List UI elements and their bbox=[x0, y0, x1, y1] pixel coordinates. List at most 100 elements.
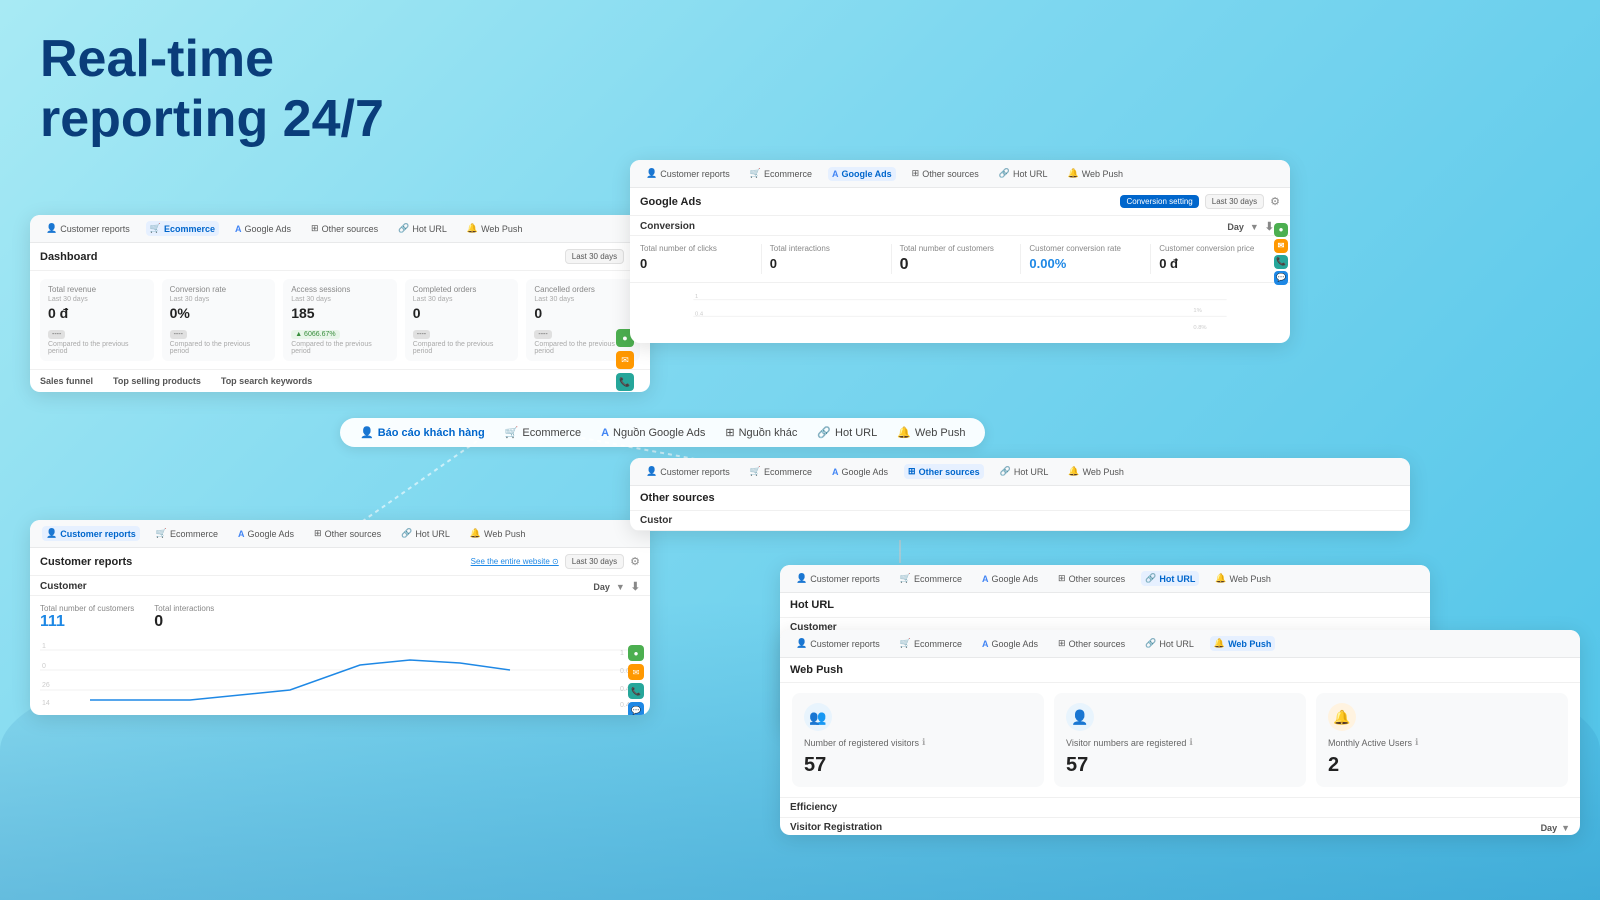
tab-ecommerce[interactable]: 🛒 Ecommerce bbox=[146, 221, 219, 236]
last30-badge-cr[interactable]: Last 30 days bbox=[565, 554, 624, 569]
nav-item-nguon-khac[interactable]: ⊞ Nguồn khác bbox=[725, 426, 797, 439]
tab-os-hot-url[interactable]: 🔗 Hot URL bbox=[996, 464, 1053, 479]
tab-hu-other[interactable]: ⊞ Other sources bbox=[1054, 571, 1129, 586]
efficiency-label: Efficiency bbox=[790, 802, 837, 813]
customer-chart: 1 0 26 14 1 0.6 0.4 0.4 ● ✉ 📞 💬 bbox=[30, 635, 650, 715]
stat-conv-price: Customer conversion price 0 đ bbox=[1151, 244, 1280, 274]
web-push-nav-tabs: 👤 Customer reports 🛒 Ecommerce A Google … bbox=[780, 630, 1580, 658]
day-label-cr: Day bbox=[593, 582, 610, 592]
tab-os-google-ads[interactable]: A Google Ads bbox=[828, 465, 892, 479]
tab-hu-ecommerce[interactable]: 🛒 Ecommerce bbox=[896, 571, 966, 586]
customer-title: Customer reports bbox=[40, 556, 132, 568]
cr-icon-green[interactable]: ● bbox=[628, 645, 644, 661]
nav-item-web-push[interactable]: 🔔 Web Push bbox=[897, 426, 965, 439]
download-icon-ga[interactable]: ⬇ bbox=[1265, 220, 1274, 233]
sort-icon-wp[interactable]: ▼ bbox=[1561, 823, 1570, 833]
wp-label-visitor: Visitor numbers are registered ℹ bbox=[1066, 737, 1294, 748]
tab-wp-other[interactable]: ⊞ Other sources bbox=[1054, 636, 1129, 651]
tab-customer-reports[interactable]: 👤 Customer reports bbox=[42, 221, 134, 236]
hero-title: Real-time reporting 24/7 bbox=[40, 30, 384, 150]
wp-icon-mau: 🔔 bbox=[1328, 703, 1356, 731]
section-sales-funnel[interactable]: Sales funnel bbox=[40, 376, 93, 386]
tab-ga-hot-url[interactable]: 🔗 Hot URL bbox=[995, 166, 1052, 181]
section-top-selling[interactable]: Top selling products bbox=[113, 376, 201, 386]
tab-hu-hot-url[interactable]: 🔗 Hot URL bbox=[1141, 571, 1199, 586]
nav-item-nguon-google[interactable]: A Nguồn Google Ads bbox=[601, 427, 705, 439]
ga-icon-green[interactable]: ● bbox=[1274, 223, 1288, 237]
tab-ga-web-push[interactable]: 🔔 Web Push bbox=[1063, 166, 1127, 181]
tab-cr-hot-url[interactable]: 🔗 Hot URL bbox=[397, 526, 454, 541]
tab-wp-web-push[interactable]: 🔔 Web Push bbox=[1210, 636, 1276, 651]
tab-ga-other[interactable]: ⊞ Other sources bbox=[908, 166, 983, 181]
tab-google-ads[interactable]: A Google Ads bbox=[231, 222, 295, 236]
tab-cr-customer[interactable]: 👤 Customer reports bbox=[42, 526, 140, 541]
ga-icon-orange[interactable]: ✉ bbox=[1274, 239, 1288, 253]
cr-icon-teal[interactable]: 📞 bbox=[628, 683, 644, 699]
settings-icon-cr[interactable]: ⚙ bbox=[630, 555, 640, 568]
conversion-setting-btn[interactable]: Conversion setting bbox=[1120, 195, 1198, 208]
google-ads-panel: 👤 Customer reports 🛒 Ecommerce A Google … bbox=[630, 160, 1290, 343]
metric-total-revenue: Total revenue Last 30 days 0 đ ---- Comp… bbox=[40, 279, 154, 361]
tab-os-customer[interactable]: 👤 Customer reports bbox=[642, 464, 734, 479]
info-icon-1[interactable]: ℹ bbox=[1189, 737, 1192, 748]
last30-badge[interactable]: Last 30 days bbox=[565, 249, 624, 264]
tab-os-other[interactable]: ⊞ Other sources bbox=[904, 464, 984, 479]
wp-card-visitor-registered: 👤 Visitor numbers are registered ℹ 57 bbox=[1054, 693, 1306, 787]
tab-cr-web-push[interactable]: 🔔 Web Push bbox=[466, 526, 530, 541]
tab-web-push[interactable]: 🔔 Web Push bbox=[463, 221, 527, 236]
download-icon-cr[interactable]: ⬇ bbox=[631, 580, 640, 593]
tab-cr-ecommerce[interactable]: 🛒 Ecommerce bbox=[152, 526, 222, 541]
svg-text:1: 1 bbox=[695, 294, 698, 300]
dashboard-panel: 👤 Customer reports 🛒 Ecommerce A Google … bbox=[30, 215, 650, 392]
svg-text:14: 14 bbox=[42, 700, 50, 707]
tab-ga-ecommerce[interactable]: 🛒 Ecommerce bbox=[746, 166, 816, 181]
tab-ga-google-ads[interactable]: A Google Ads bbox=[828, 167, 896, 181]
tab-os-web-push[interactable]: 🔔 Web Push bbox=[1064, 464, 1128, 479]
tab-hu-customer[interactable]: 👤 Customer reports bbox=[792, 571, 884, 586]
wp-card-registered: 👥 Number of registered visitors ℹ 57 bbox=[792, 693, 1044, 787]
svg-text:0.8%: 0.8% bbox=[1193, 325, 1206, 331]
tab-hu-google-ads[interactable]: A Google Ads bbox=[978, 572, 1042, 586]
tab-hot-url[interactable]: 🔗 Hot URL bbox=[394, 221, 451, 236]
tab-wp-google-ads[interactable]: A Google Ads bbox=[978, 637, 1042, 651]
settings-icon-ga[interactable]: ⚙ bbox=[1270, 195, 1280, 208]
sort-icon-cr[interactable]: ▼ bbox=[616, 582, 625, 592]
wp-card-mau: 🔔 Monthly Active Users ℹ 2 bbox=[1316, 693, 1568, 787]
cr-icon-orange[interactable]: ✉ bbox=[628, 664, 644, 680]
wp-icon-registered: 👥 bbox=[804, 703, 832, 731]
tab-other-sources[interactable]: ⊞ Other sources bbox=[307, 221, 382, 236]
web-push-metrics: 👥 Number of registered visitors ℹ 57 👤 V… bbox=[780, 683, 1580, 797]
tab-ga-customer[interactable]: 👤 Customer reports bbox=[642, 166, 734, 181]
nav-item-hot-url[interactable]: 🔗 Hot URL bbox=[817, 426, 877, 439]
hot-url-header: Hot URL bbox=[780, 593, 1430, 618]
stat-conv-rate: Customer conversion rate 0.00% bbox=[1021, 244, 1151, 274]
cr-icon-blue[interactable]: 💬 bbox=[628, 702, 644, 715]
ga-chart: 1 0.4 1% 0.8% bbox=[630, 283, 1290, 343]
ga-icon-teal[interactable]: 📞 bbox=[1274, 255, 1288, 269]
stat-customers: Total number of customers 0 bbox=[892, 244, 1022, 274]
tab-wp-hot-url[interactable]: 🔗 Hot URL bbox=[1141, 636, 1198, 651]
customer-stats: Total number of customers 111 Total inte… bbox=[30, 596, 650, 635]
tab-cr-other[interactable]: ⊞ Other sources bbox=[310, 526, 385, 541]
info-icon-2[interactable]: ℹ bbox=[1415, 737, 1418, 748]
wp-label-mau: Monthly Active Users ℹ bbox=[1328, 737, 1556, 748]
other-sources-header: Other sources bbox=[630, 486, 1410, 511]
tab-cr-google-ads[interactable]: A Google Ads bbox=[234, 527, 298, 541]
visitor-reg-label: Visitor Registration bbox=[790, 822, 882, 833]
metric-completed-orders: Completed orders Last 30 days 0 ---- Com… bbox=[405, 279, 519, 361]
nav-item-bao-cao[interactable]: 👤 Báo cáo khách hàng bbox=[360, 426, 485, 439]
sort-icon-ga[interactable]: ▼ bbox=[1250, 222, 1259, 232]
tab-hu-web-push[interactable]: 🔔 Web Push bbox=[1211, 571, 1275, 586]
icon-teal[interactable]: 📞 bbox=[616, 373, 634, 391]
info-icon-0[interactable]: ℹ bbox=[922, 737, 925, 748]
icon-orange[interactable]: ✉ bbox=[616, 351, 634, 369]
tab-wp-ecommerce[interactable]: 🛒 Ecommerce bbox=[896, 636, 966, 651]
dashboard-nav-tabs: 👤 Customer reports 🛒 Ecommerce A Google … bbox=[30, 215, 650, 243]
tab-wp-customer[interactable]: 👤 Customer reports bbox=[792, 636, 884, 651]
last30-badge-ga[interactable]: Last 30 days bbox=[1205, 194, 1264, 209]
nav-item-ecommerce[interactable]: 🛒 Ecommerce bbox=[505, 426, 581, 439]
see-all-link[interactable]: See the entire website ⊙ bbox=[471, 557, 559, 566]
tab-os-ecommerce[interactable]: 🛒 Ecommerce bbox=[746, 464, 816, 479]
svg-text:1%: 1% bbox=[1193, 308, 1201, 314]
section-top-keywords[interactable]: Top search keywords bbox=[221, 376, 312, 386]
